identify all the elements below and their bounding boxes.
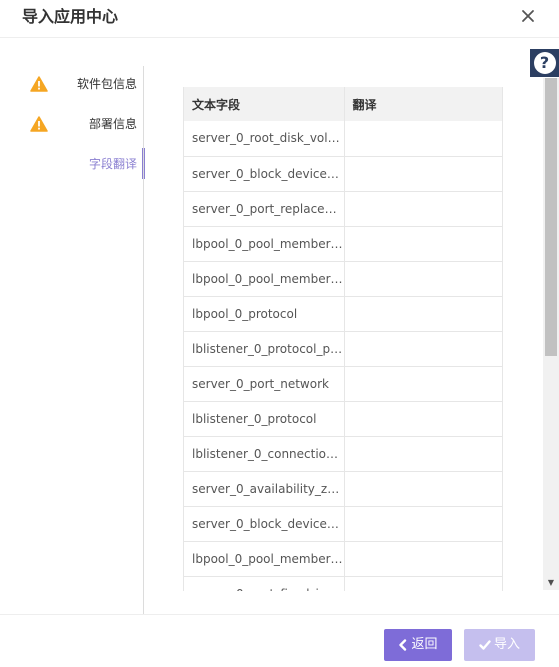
check-icon xyxy=(479,640,491,650)
table-row: server_0_port_network xyxy=(184,366,502,402)
back-button-label: 返回 xyxy=(411,637,438,652)
column-header-text-field: 文本字段 xyxy=(184,87,345,121)
translation-cell[interactable] xyxy=(344,541,502,577)
dialog-header: 导入应用中心 xyxy=(0,0,559,38)
field-cell: server_0_availability_zone xyxy=(184,471,345,507)
question-mark-icon: ? xyxy=(533,52,556,74)
field-cell: server_0_root_disk_volu… xyxy=(184,121,345,157)
scrollbar[interactable]: ▼ xyxy=(543,78,559,590)
table-row: server_0_root_disk_volu… xyxy=(184,121,502,157)
translation-cell[interactable] xyxy=(344,121,502,157)
table-row: lblistener_0_protocol xyxy=(184,401,502,437)
table-row: server_0_port_replacem… xyxy=(184,191,502,227)
translation-cell[interactable] xyxy=(344,261,502,297)
translation-cell[interactable] xyxy=(344,506,502,542)
table-row: server_0_block_device_… xyxy=(184,506,502,542)
table-row: lblistener_0_connection… xyxy=(184,436,502,472)
translation-cell[interactable] xyxy=(344,366,502,402)
translation-cell[interactable] xyxy=(344,436,502,472)
table-row: server_0_port_fixed_ips… xyxy=(184,576,502,591)
import-button[interactable]: 导入 xyxy=(464,629,535,661)
field-cell: server_0_port_replacem… xyxy=(184,191,345,227)
field-cell: server_0_port_fixed_ips… xyxy=(184,576,345,591)
translation-table: 文本字段 翻译 server_0_root_disk_volu… server_0… xyxy=(183,87,503,591)
field-cell: server_0_port_network xyxy=(184,366,345,402)
back-button[interactable]: 返回 xyxy=(384,629,452,661)
field-cell: lblistener_0_protocol xyxy=(184,401,345,437)
import-button-label: 导入 xyxy=(493,637,520,652)
table-row: lbpool_0_pool_member… xyxy=(184,226,502,262)
step-deployment[interactable]: 部署信息 xyxy=(0,112,145,136)
translation-cell[interactable] xyxy=(344,576,502,591)
help-button[interactable]: ? xyxy=(530,49,559,77)
steps-divider xyxy=(143,66,144,614)
table-row: lbpool_0_pool_member… xyxy=(184,541,502,577)
table-row: lbpool_0_protocol xyxy=(184,296,502,332)
translation-cell[interactable] xyxy=(344,156,502,192)
step-label: 软件包信息 xyxy=(76,77,137,91)
translation-cell[interactable] xyxy=(344,296,502,332)
step-software-package[interactable]: 软件包信息 xyxy=(0,72,145,96)
table-row: lblistener_0_protocol_port xyxy=(184,331,502,367)
table-header-row: 文本字段 翻译 xyxy=(184,87,502,121)
table-row: lbpool_0_pool_member… xyxy=(184,261,502,297)
translation-cell[interactable] xyxy=(344,471,502,507)
field-cell: server_0_block_device_… xyxy=(184,156,345,192)
scrollbar-thumb[interactable] xyxy=(545,78,557,356)
field-cell: lbpool_0_pool_member… xyxy=(184,261,345,297)
field-cell: lblistener_0_protocol_port xyxy=(184,331,345,367)
field-cell: lblistener_0_connection… xyxy=(184,436,345,472)
warning-icon xyxy=(30,116,48,132)
step-navigation: 软件包信息 部署信息 字段翻译 xyxy=(0,66,145,614)
chevron-left-icon xyxy=(399,639,407,651)
translation-cell[interactable] xyxy=(344,331,502,367)
dialog-footer: 返回 导入 xyxy=(0,614,559,667)
translation-cell[interactable] xyxy=(344,226,502,262)
close-icon[interactable] xyxy=(519,7,537,25)
field-cell: lbpool_0_protocol xyxy=(184,296,345,332)
step-label: 部署信息 xyxy=(88,117,137,131)
translation-cell[interactable] xyxy=(344,401,502,437)
table-row: server_0_availability_zone xyxy=(184,471,502,507)
table-row: server_0_block_device_… xyxy=(184,156,502,192)
step-label: 字段翻译 xyxy=(88,157,137,171)
field-cell: lbpool_0_pool_member… xyxy=(184,226,345,262)
column-header-translation: 翻译 xyxy=(344,87,502,121)
dialog-title: 导入应用中心 xyxy=(22,7,119,26)
field-cell: lbpool_0_pool_member… xyxy=(184,541,345,577)
translation-cell[interactable] xyxy=(344,191,502,227)
step-field-translation[interactable]: 字段翻译 xyxy=(0,148,145,179)
warning-icon xyxy=(30,76,48,92)
scroll-down-arrow-icon[interactable]: ▼ xyxy=(543,576,559,590)
field-cell: server_0_block_device_… xyxy=(184,506,345,542)
